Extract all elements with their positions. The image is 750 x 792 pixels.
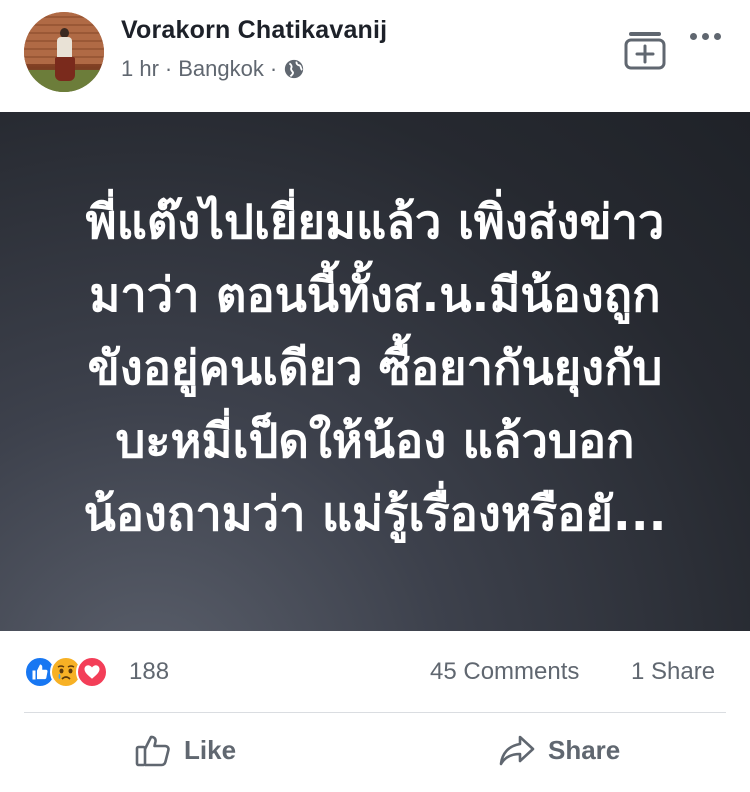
avatar-figure-body	[57, 37, 72, 59]
post-stats: 188 45 Comments 1 Share	[0, 650, 750, 698]
share-label: Share	[548, 734, 621, 765]
love-icon	[76, 656, 108, 688]
meta-separator-2: ·	[269, 56, 278, 81]
comments-count-link[interactable]: 45 Comments	[430, 658, 579, 686]
post-text: พี่แต๊งไปเยี่ยมแล้ว เพิ่งส่งข่าว มาว่า ต…	[83, 195, 667, 542]
reaction-count[interactable]: 188	[129, 658, 169, 686]
shares-count-link[interactable]: 1 Share	[631, 658, 715, 686]
share-arrow-icon	[499, 735, 535, 766]
post-background-card[interactable]: พี่แต๊งไปเยี่ยมแล้ว เพิ่งส่งข่าว มาว่า ต…	[0, 112, 750, 631]
post-actions-bar: Like Share	[0, 725, 750, 785]
author-avatar[interactable]	[24, 12, 104, 92]
thumbs-up-icon	[135, 735, 170, 767]
post-time[interactable]: 1 hr	[121, 56, 159, 82]
post-meta: 1 hr · Bangkok ·	[121, 56, 305, 82]
actions-divider	[24, 712, 726, 713]
like-label: Like	[184, 734, 237, 765]
share-button[interactable]: Share	[498, 731, 620, 769]
globe-icon[interactable]	[283, 58, 305, 80]
reaction-icons[interactable]	[24, 656, 108, 688]
avatar-figure-skirt	[55, 57, 75, 81]
post-location[interactable]: Bangkok	[178, 56, 264, 82]
more-dot	[714, 32, 721, 40]
more-dot	[702, 32, 709, 40]
post-header: Vorakorn Chatikavanij 1 hr · Bangkok ·	[0, 0, 750, 112]
more-horizontal-icon[interactable]	[690, 26, 730, 46]
meta-separator: ·	[164, 56, 173, 81]
like-button[interactable]: Like	[134, 731, 236, 769]
collection-add-icon[interactable]	[623, 28, 667, 72]
more-dot	[690, 32, 697, 40]
author-name[interactable]: Vorakorn Chatikavanij	[121, 16, 387, 45]
